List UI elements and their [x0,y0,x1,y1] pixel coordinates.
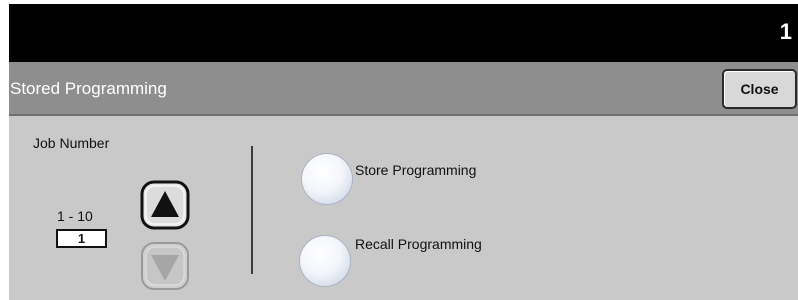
job-number-label: Job Number [33,135,110,151]
title-bar: Stored Programming Close [9,62,798,116]
touch-screen: 1 Stored Programming Close Job Number 1 … [9,4,798,300]
arrow-down-icon[interactable] [140,241,190,291]
store-programming-radio[interactable] [302,154,352,204]
recall-programming-label[interactable]: Recall Programming [355,236,482,252]
page-number: 1 [779,19,792,44]
store-programming-label[interactable]: Store Programming [355,162,476,178]
page-title: Stored Programming [10,79,167,98]
recall-programming-radio[interactable] [300,236,350,286]
close-button[interactable]: Close [722,69,797,109]
top-bar: 1 [9,4,798,62]
job-range-label: 1 - 10 [57,208,93,224]
job-number-field[interactable]: 1 [56,229,107,248]
content-panel: Job Number 1 - 10 1 Store Programming Re… [9,120,798,300]
section-divider [251,146,253,274]
arrow-up-icon[interactable] [140,180,190,230]
